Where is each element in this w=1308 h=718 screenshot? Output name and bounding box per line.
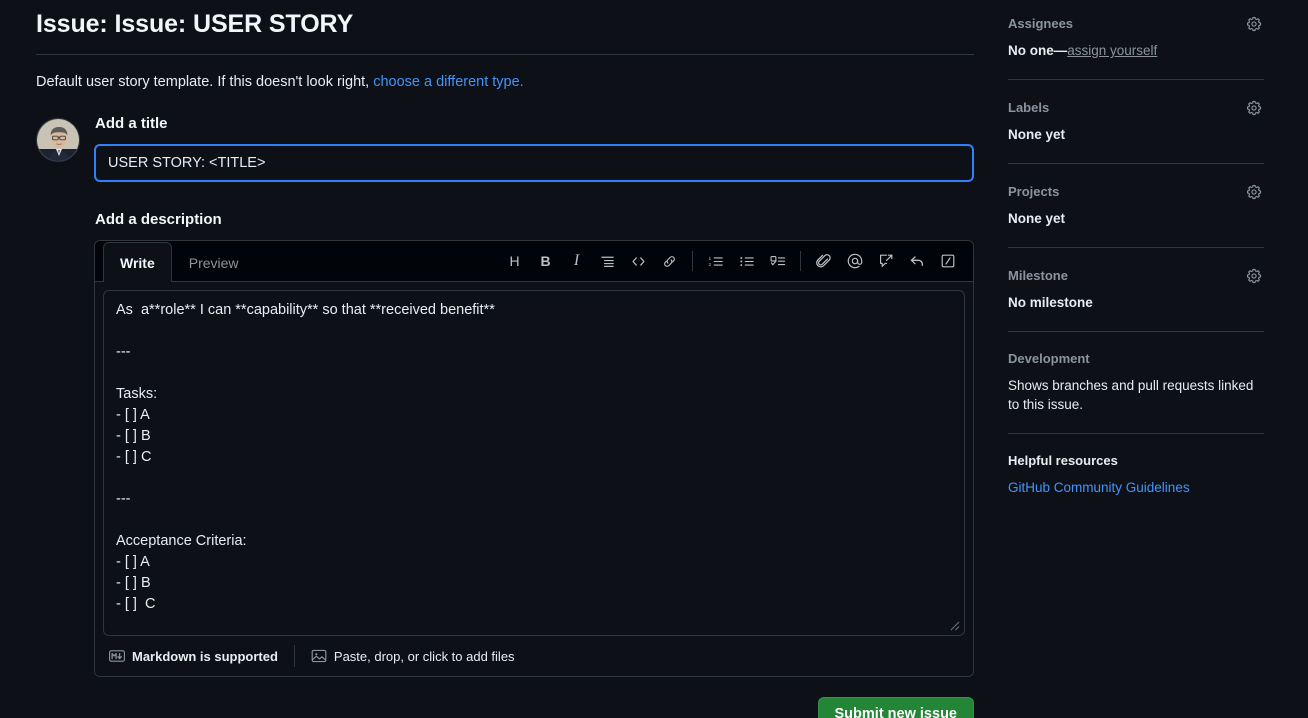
development-title: Development: [1008, 351, 1090, 366]
issue-create-page: Issue: Issue: USER STORY Default user st…: [0, 0, 1308, 718]
labels-value: None yet: [1008, 127, 1066, 142]
editor-body: As a**role** I can **capability** so tha…: [95, 282, 973, 636]
add-files-label: Paste, drop, or click to add files: [333, 648, 515, 664]
milestone-value: No milestone: [1008, 295, 1093, 310]
task-list-icon[interactable]: [762, 246, 793, 276]
image-icon: [311, 648, 327, 664]
form-actions: Submit new issue: [94, 697, 974, 718]
avatar-column: [36, 114, 94, 718]
template-note-text: Default user story template. If this doe…: [36, 74, 374, 90]
link-icon[interactable]: [654, 246, 685, 276]
template-note: Default user story template. If this doe…: [36, 72, 974, 92]
slash-command-icon[interactable]: [932, 246, 963, 276]
gear-icon[interactable]: [1244, 14, 1264, 34]
submit-new-issue-button[interactable]: Submit new issue: [817, 697, 974, 718]
sidebar-section-helpful-resources: Helpful resources GitHub Community Guide…: [1008, 452, 1264, 497]
tab-write[interactable]: Write: [103, 242, 172, 282]
add-files-button[interactable]: Paste, drop, or click to add files: [311, 648, 515, 664]
helpful-resources-header: Helpful resources: [1008, 452, 1264, 470]
toolbar-group-text: H B I: [499, 246, 685, 276]
sidebar-divider-2: [1008, 163, 1264, 164]
markdown-toolbar: H B I 1 2: [499, 241, 973, 281]
editor-tabs: Write Preview H B I 1 2: [95, 241, 973, 282]
svg-text:1: 1: [708, 255, 711, 261]
community-guidelines-link[interactable]: GitHub Community Guidelines: [1008, 478, 1190, 497]
assign-yourself-link[interactable]: assign yourself: [1067, 43, 1157, 58]
sidebar-divider-5: [1008, 433, 1264, 434]
reply-icon[interactable]: [901, 246, 932, 276]
toolbar-group-lists: 1 2: [700, 246, 793, 276]
assignees-none-text: No one—: [1008, 43, 1068, 58]
unordered-list-icon[interactable]: [731, 246, 762, 276]
sidebar-section-projects: Projects None yet: [1008, 182, 1264, 228]
sidebar-divider-1: [1008, 79, 1264, 80]
page-title: Issue: Issue: USER STORY: [36, 10, 354, 38]
assignees-header: Assignees: [1008, 14, 1264, 34]
toolbar-group-insert: [808, 246, 963, 276]
gear-icon[interactable]: [1244, 98, 1264, 118]
sidebar-section-assignees: Assignees No one—assign yourself: [1008, 14, 1264, 60]
composer-row: Add a title Add a description Write Prev…: [36, 114, 974, 718]
issue-body-textarea[interactable]: As a**role** I can **capability** so tha…: [103, 290, 965, 636]
code-icon[interactable]: [623, 246, 654, 276]
gear-icon[interactable]: [1244, 182, 1264, 202]
saved-replies-icon[interactable]: [870, 246, 901, 276]
bold-icon[interactable]: B: [530, 246, 561, 276]
development-description: Shows branches and pull requests linked …: [1008, 378, 1254, 412]
fields-column: Add a title Add a description Write Prev…: [94, 114, 974, 718]
toolbar-divider-1: [692, 251, 693, 271]
sidebar-section-development: Development Shows branches and pull requ…: [1008, 350, 1264, 414]
projects-header: Projects: [1008, 182, 1264, 202]
gear-icon[interactable]: [1244, 266, 1264, 286]
sidebar-section-milestone: Milestone No milestone: [1008, 266, 1264, 312]
tab-preview[interactable]: Preview: [172, 242, 256, 282]
sidebar-divider-3: [1008, 247, 1264, 248]
main-column: Issue: Issue: USER STORY Default user st…: [36, 0, 974, 718]
editor-footer: Markdown is supported Paste, drop, or cl…: [95, 636, 973, 676]
sidebar-section-labels: Labels None yet: [1008, 98, 1264, 144]
markdown-icon: [109, 650, 125, 662]
sidebar-divider-4: [1008, 331, 1264, 332]
markdown-editor: Write Preview H B I 1 2 As a**role** I c…: [94, 240, 974, 677]
assignees-value: No one—assign yourself: [1008, 42, 1264, 60]
toolbar-divider-2: [800, 251, 801, 271]
title-divider: [36, 54, 974, 55]
milestone-title: Milestone: [1008, 268, 1068, 283]
svg-text:2: 2: [708, 262, 711, 268]
ordered-list-icon[interactable]: 1 2: [700, 246, 731, 276]
avatar: [36, 118, 80, 162]
issue-title-input[interactable]: [94, 144, 974, 182]
development-header: Development: [1008, 350, 1264, 368]
attach-files-icon[interactable]: [808, 246, 839, 276]
labels-header: Labels: [1008, 98, 1264, 118]
quote-icon[interactable]: [592, 246, 623, 276]
markdown-supported-label: Markdown is supported: [132, 648, 278, 664]
helpful-resources-title: Helpful resources: [1008, 453, 1118, 468]
assignees-title: Assignees: [1008, 16, 1074, 31]
choose-different-type-link[interactable]: choose a different type.: [373, 74, 523, 90]
footer-divider: [293, 645, 295, 667]
labels-title: Labels: [1008, 100, 1050, 115]
markdown-supported-note[interactable]: Markdown is supported: [109, 649, 278, 664]
issue-sidebar: Assignees No one—assign yourself Labels: [1008, 14, 1264, 497]
description-field-label: Add a description: [95, 211, 222, 228]
projects-title: Projects: [1008, 184, 1060, 199]
mention-icon[interactable]: [839, 246, 870, 276]
title-field-label: Add a title: [95, 115, 168, 132]
milestone-header: Milestone: [1008, 266, 1264, 286]
heading-icon[interactable]: H: [499, 246, 530, 276]
projects-value: None yet: [1008, 211, 1066, 226]
italic-icon[interactable]: I: [561, 246, 592, 276]
